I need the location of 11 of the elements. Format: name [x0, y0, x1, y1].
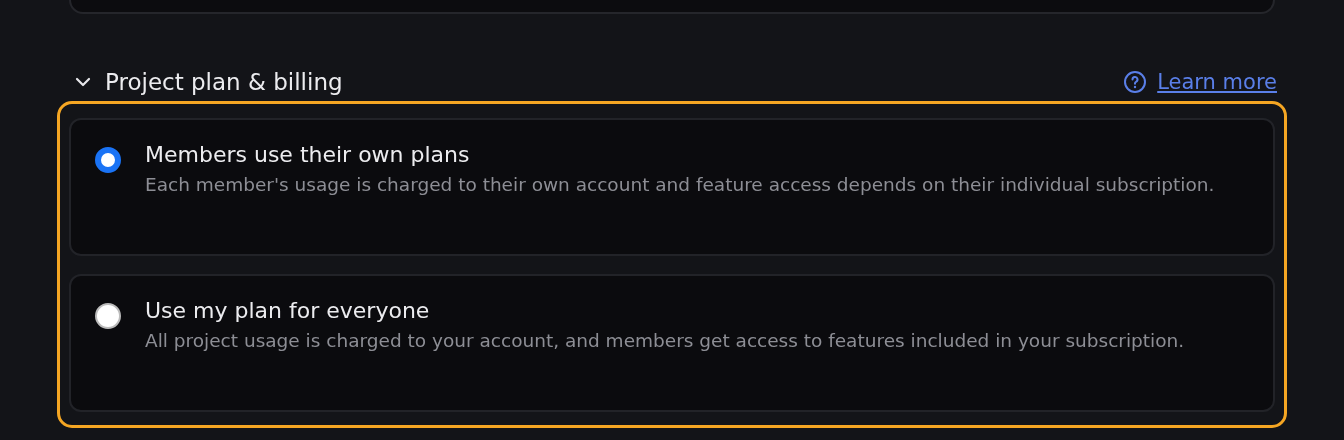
option-description: All project usage is charged to your account, and members get access to features included in your subscription.	[145, 329, 1185, 353]
option-title: Members use their own plans	[145, 142, 471, 167]
radio-button[interactable]	[95, 147, 121, 173]
radio-button[interactable]	[95, 303, 121, 329]
section-title: Project plan & billing	[105, 69, 343, 95]
plan-option[interactable]: Members use their own plans Each member's usage is charged to their own account and feature access depends on their individual subscription.	[69, 118, 1275, 256]
option-title: Use my plan for everyone	[145, 298, 431, 323]
learn-more-link[interactable]: Learn more	[1123, 70, 1277, 94]
option-description: Each member's usage is charged to their own account and feature access depends on their individual subscription.	[145, 173, 1215, 197]
plan-option[interactable]: Use my plan for everyone All project usage is charged to your account, and members get access to features included in your subscription.	[69, 274, 1275, 412]
help-icon	[1123, 70, 1148, 94]
